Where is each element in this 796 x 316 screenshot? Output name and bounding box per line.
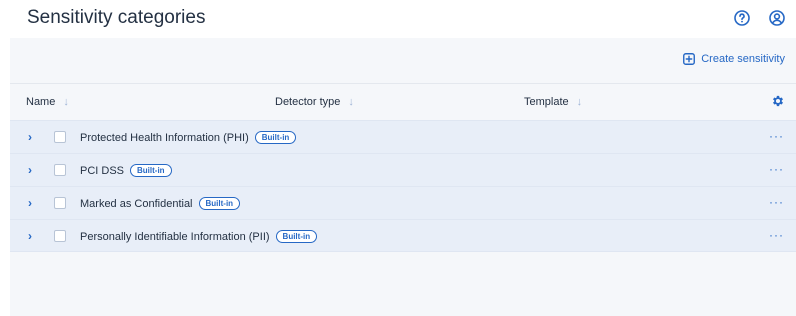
row-name-cell: PCI DSS Built-in [80,164,172,177]
built-in-badge: Built-in [198,197,241,210]
row-name-cell: Personally Identifiable Information (PII… [80,230,318,243]
more-options-icon[interactable]: ··· [769,228,784,242]
create-sensitivity-label: Create sensitivity [701,53,785,65]
column-header-label: Detector type [275,96,341,108]
row-checkbox[interactable] [54,164,66,176]
more-options-icon[interactable]: ··· [769,129,784,143]
row-name-cell: Marked as Confidential Built-in [80,197,241,210]
built-in-badge: Built-in [275,230,318,243]
built-in-badge: Built-in [130,164,172,177]
chevron-right-icon[interactable]: › [28,196,38,210]
sort-down-icon[interactable]: ↓ [577,96,583,108]
row-checkbox[interactable] [54,197,66,209]
sort-down-icon[interactable]: ↓ [63,96,69,108]
row-name: PCI DSS [80,164,125,177]
user-circle-icon[interactable] [767,8,787,28]
more-options-icon[interactable]: ··· [769,195,784,209]
table-row[interactable]: › Protected Health Information (PHI) Bui… [10,120,796,153]
sort-down-icon[interactable]: ↓ [348,96,354,108]
row-name: Protected Health Information (PHI) [80,131,249,144]
plus-square-icon [683,53,696,65]
more-options-icon[interactable]: ··· [769,162,784,176]
gear-icon[interactable] [771,94,785,108]
row-checkbox[interactable] [54,131,66,143]
chevron-right-icon[interactable]: › [28,130,38,144]
column-header-label: Template [524,96,569,108]
table-row[interactable]: › PCI DSS Built-in ··· [10,153,796,186]
column-header-template[interactable]: Template ↓ [524,96,582,108]
table-header: Name ↓ Detector type ↓ Template ↓ [10,84,796,120]
page-header: Sensitivity categories [0,0,796,38]
row-name-cell: Protected Health Information (PHI) Built… [80,131,297,144]
column-header-detector-type[interactable]: Detector type ↓ [275,96,354,108]
row-name: Personally Identifiable Information (PII… [80,230,270,243]
table-row[interactable]: › Personally Identifiable Information (P… [10,219,796,252]
column-header-name[interactable]: Name ↓ [26,96,69,108]
row-name: Marked as Confidential [80,197,193,210]
table-toolbar: Create sensitivity [10,38,796,84]
built-in-badge: Built-in [254,131,297,144]
question-circle-icon[interactable] [732,8,752,28]
chevron-right-icon[interactable]: › [28,163,38,177]
page-title: Sensitivity categories [27,7,206,28]
column-header-label: Name [26,96,56,108]
row-checkbox[interactable] [54,230,66,242]
create-sensitivity-button[interactable]: Create sensitivity [683,53,785,65]
chevron-right-icon[interactable]: › [28,229,38,243]
table-row[interactable]: › Marked as Confidential Built-in ··· [10,186,796,219]
